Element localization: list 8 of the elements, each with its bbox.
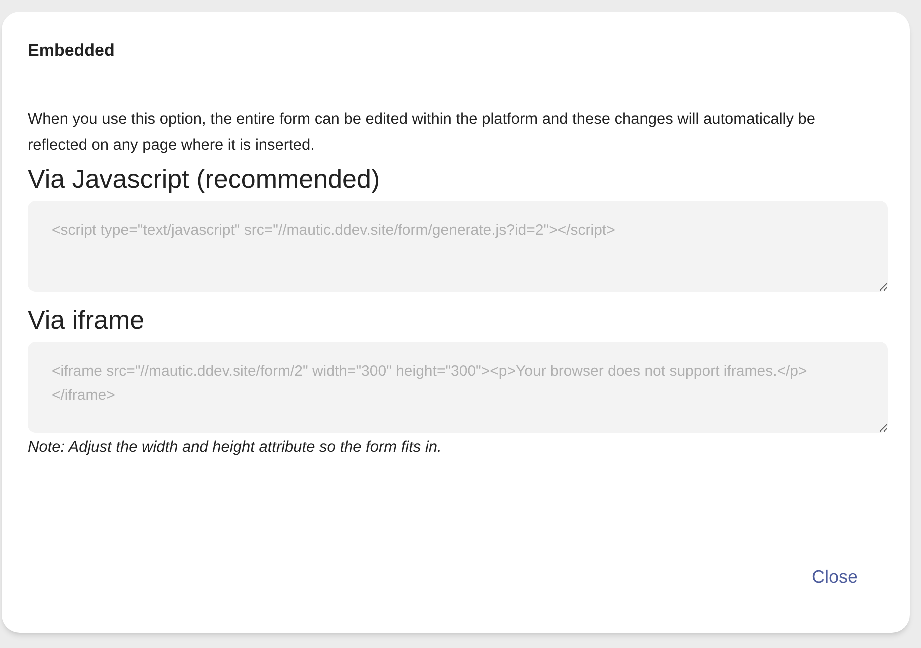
- dialog-title: Embedded: [28, 40, 116, 62]
- section-heading: Via Javascript (recommended): [28, 163, 382, 195]
- code-textarea[interactable]: <iframe src="//mautic.ddev.site/form/2" width="300" height="300"><p>Your browser does not support iframes.</p></iframe>: [28, 342, 888, 433]
- close-button[interactable]: Close: [810, 562, 860, 593]
- section-heading: Via iframe: [28, 304, 146, 336]
- code-textarea[interactable]: <script type="text/javascript" src="//mautic.ddev.site/form/generate.js?id=2"></script>: [28, 201, 888, 292]
- note-text: Note: Adjust the width and height attribute so the form fits in.: [28, 438, 443, 458]
- description-text: When you use this option, the entire form can be edited within the platform and these changes will automatically be reflected on any page where it is inserted.: [28, 110, 817, 156]
